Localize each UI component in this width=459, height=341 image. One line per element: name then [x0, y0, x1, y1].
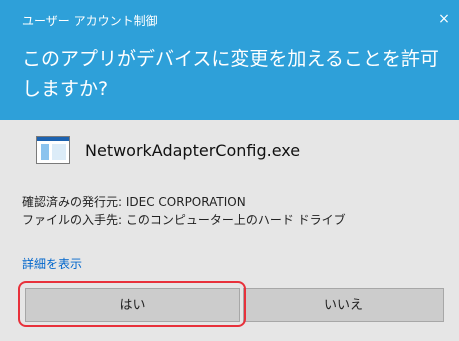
verified-publisher: 確認済みの発行元: IDEC CORPORATION [22, 195, 246, 209]
no-button[interactable]: いいえ [243, 288, 444, 322]
application-name: NetworkAdapterConfig.exe [85, 141, 301, 160]
application-window-icon [36, 136, 70, 164]
uac-dialog: ユーザー アカウント制御 × このアプリがデバイスに変更を加えることを許可します… [0, 0, 459, 341]
yes-button[interactable]: はい [25, 288, 240, 322]
dialog-header: ユーザー アカウント制御 × このアプリがデバイスに変更を加えることを許可します… [0, 0, 459, 120]
close-icon[interactable]: × [436, 11, 452, 27]
dialog-prompt: このアプリがデバイスに変更を加えることを許可しますか? [22, 48, 439, 100]
dialog-caption: ユーザー アカウント制御 [22, 14, 158, 28]
file-origin: ファイルの入手先: このコンピューター上のハード ドライブ [22, 213, 346, 227]
show-details-link[interactable]: 詳細を表示 [22, 256, 82, 272]
